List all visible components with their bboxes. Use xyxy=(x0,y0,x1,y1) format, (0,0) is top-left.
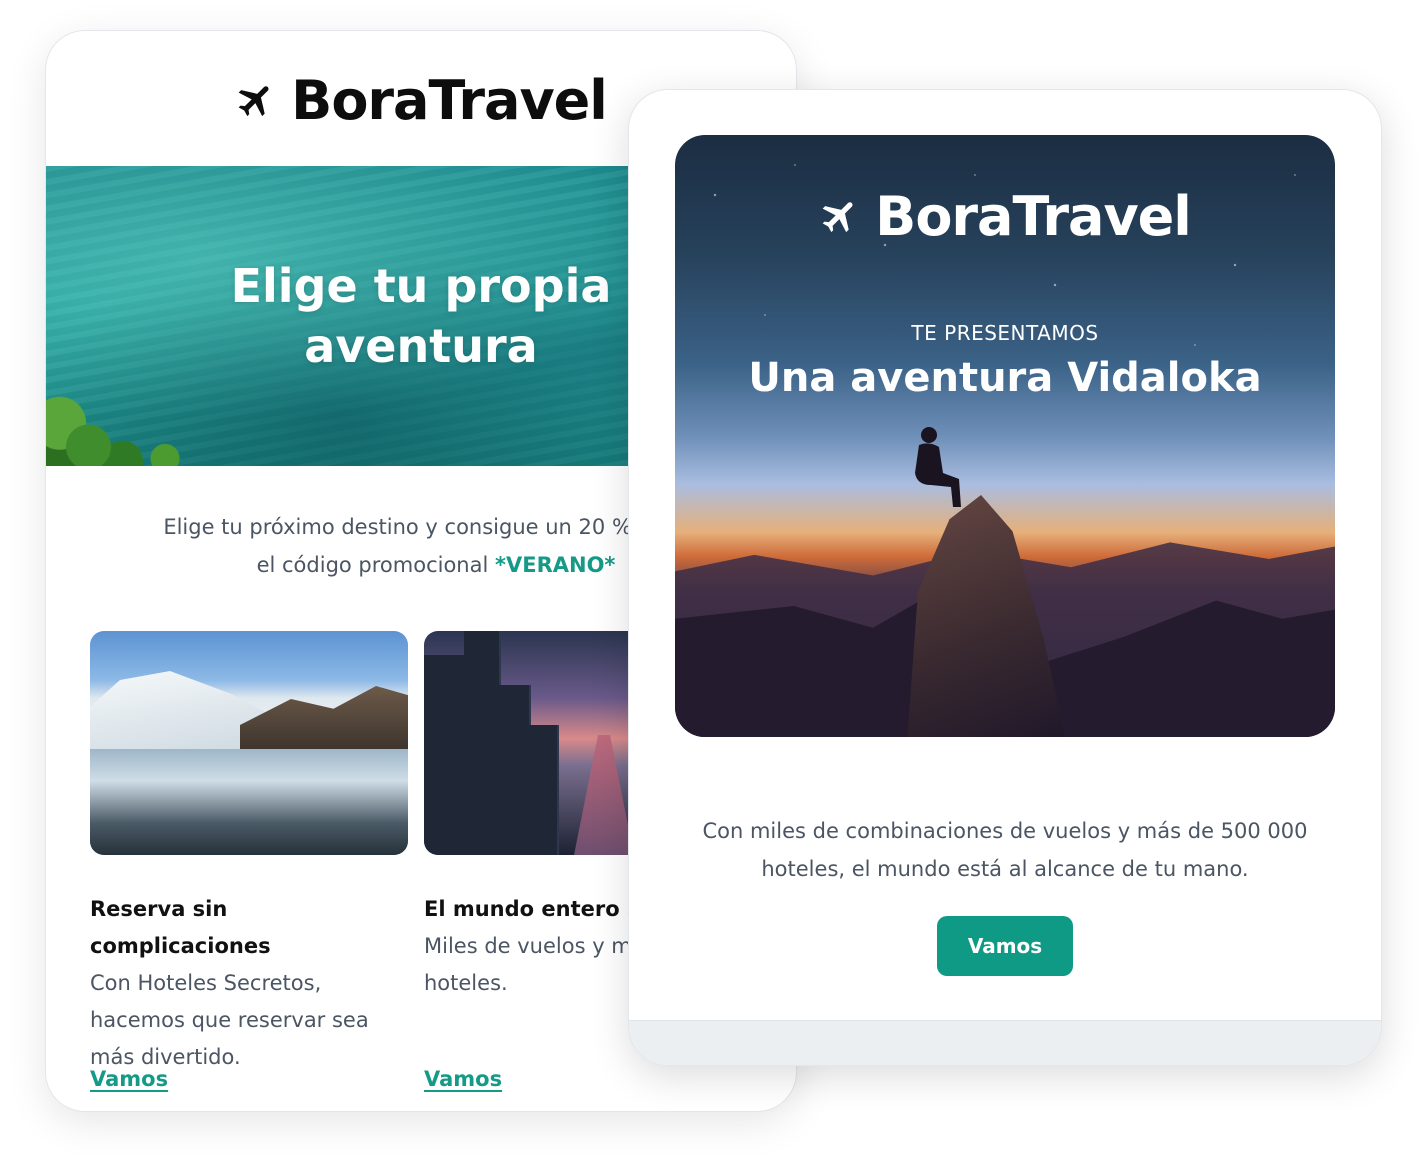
glacier-lake-photo xyxy=(90,631,408,855)
feature-card-booking: Reserva sin complicaciones Con Hoteles S… xyxy=(90,631,410,1076)
brand-logo: BoraTravel xyxy=(675,184,1335,248)
promo-line-1: Elige tu próximo destino y consigue un 2… xyxy=(163,515,709,539)
airplane-icon xyxy=(822,202,853,233)
body-text: Con miles de combinaciones de vuelos y m… xyxy=(702,819,1308,881)
email-preview-front: BoraTravel TE PRESENTAMOS Una aventura V… xyxy=(628,89,1382,1066)
brand-name: BoraTravel xyxy=(291,68,608,132)
hero-image-mountain: BoraTravel TE PRESENTAMOS Una aventura V… xyxy=(675,135,1335,737)
hiker-silhouette xyxy=(915,427,961,507)
email-footer xyxy=(629,1020,1381,1065)
foliage-decoration xyxy=(46,371,216,466)
vamos-button[interactable]: Vamos xyxy=(937,916,1073,976)
promo-code: *VERANO* xyxy=(495,553,616,577)
hero-title: Elige tu propia aventura xyxy=(230,259,612,373)
vamos-link-booking[interactable]: Vamos xyxy=(90,1067,168,1091)
promo-prefix: el código promocional xyxy=(256,553,495,577)
vamos-link-world[interactable]: Vamos xyxy=(424,1067,502,1091)
headline: Una aventura Vidaloka xyxy=(748,355,1262,401)
airplane-icon xyxy=(238,86,269,117)
brand-name: BoraTravel xyxy=(875,184,1192,248)
feature-title: Reserva sin complicaciones xyxy=(90,897,271,958)
feature-text: Con Hoteles Secretos, hacemos que reserv… xyxy=(90,971,369,1069)
kicker-text: TE PRESENTAMOS xyxy=(911,321,1099,345)
